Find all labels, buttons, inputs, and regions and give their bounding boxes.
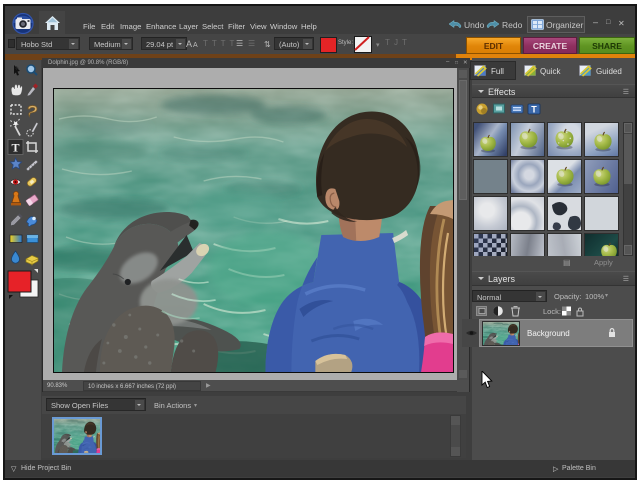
- svg-text:T: T: [531, 105, 537, 115]
- svg-text:Lock:: Lock:: [543, 307, 561, 316]
- svg-text:T: T: [11, 141, 19, 155]
